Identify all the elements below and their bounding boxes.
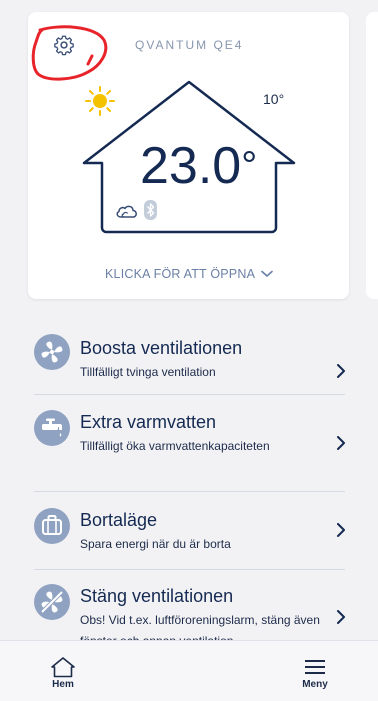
- action-title: Stäng ventilationen: [80, 586, 234, 606]
- action-subtitle: Tillfälligt öka varmvattenkapaciteten: [80, 439, 270, 453]
- nav-home[interactable]: Hem: [28, 641, 98, 701]
- open-card-link[interactable]: KLICKA FÖR ATT ÖPPNA: [105, 267, 273, 281]
- chevron-right-icon: [337, 523, 345, 537]
- action-away-mode[interactable]: Bortaläge Spara energi när du är borta: [0, 508, 378, 568]
- nav-menu[interactable]: Meny: [280, 641, 350, 701]
- indoor-temperature[interactable]: 23.0°: [140, 138, 257, 194]
- action-title: Boosta ventilationen: [80, 338, 243, 358]
- divider: [34, 569, 345, 570]
- divider: [34, 394, 345, 395]
- nav-menu-label: Meny: [302, 679, 328, 690]
- bluetooth-icon: [144, 200, 157, 220]
- action-extra-hot-water[interactable]: Extra varmvatten Tillfälligt öka varmvat…: [0, 410, 378, 490]
- action-close-ventilation[interactable]: Stäng ventilationen Obs! Vid t.ex. luftf…: [0, 584, 378, 640]
- device-name: QVANTUM QE4: [135, 38, 244, 52]
- action-boost-ventilation[interactable]: Boosta ventilationen Tillfälligt tvinga …: [0, 334, 378, 394]
- action-title: Bortaläge: [80, 510, 158, 530]
- bottom-nav: Hem Meny: [0, 640, 378, 701]
- chevron-down-icon: [261, 270, 273, 277]
- temperature-value: 23.0: [140, 137, 242, 195]
- action-title: Extra varmvatten: [80, 412, 217, 432]
- chevron-right-icon: [337, 436, 345, 450]
- cloud-icon: [116, 205, 137, 218]
- action-subtitle: Obs! Vid t.ex. luftföroreningslarm, stän…: [80, 613, 320, 640]
- chevron-right-icon: [337, 610, 345, 624]
- home-icon: [51, 657, 75, 678]
- divider: [34, 491, 345, 492]
- tap-icon: [34, 410, 70, 446]
- chevron-right-icon: [337, 364, 345, 378]
- nav-home-label: Hem: [52, 679, 74, 690]
- next-device-card[interactable]: [366, 12, 378, 299]
- fan-icon: [34, 334, 70, 370]
- open-card-label: KLICKA FÖR ATT ÖPPNA: [105, 267, 256, 281]
- hamburger-menu-icon: [305, 660, 325, 674]
- action-subtitle: Spara energi när du är borta: [80, 537, 231, 551]
- suitcase-icon: [34, 508, 70, 544]
- red-annotation-circle: [31, 25, 108, 81]
- action-subtitle: Tillfälligt tvinga ventilation: [80, 365, 216, 379]
- fan-off-icon: [34, 584, 70, 620]
- temperature-unit: °: [241, 144, 258, 188]
